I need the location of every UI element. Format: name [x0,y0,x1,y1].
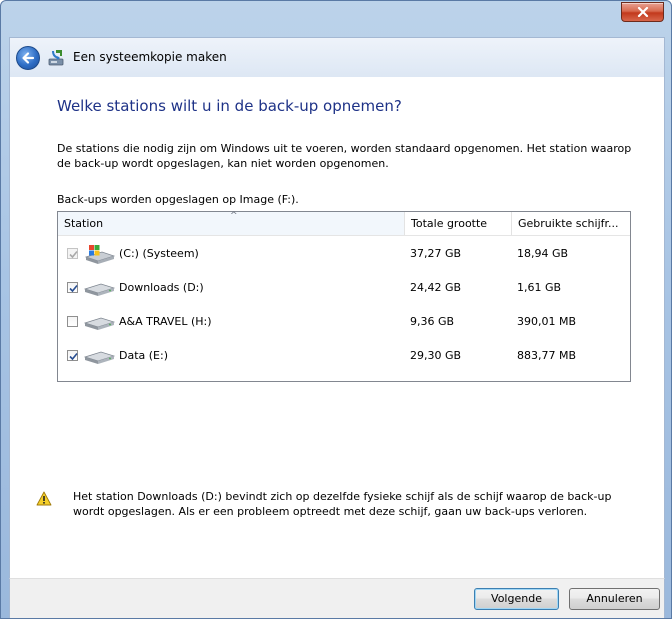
warning-text: Het station Downloads (D:) bevindt zich … [73,490,612,518]
used-space-cell: 390,01 MB [517,315,577,328]
drive-list[interactable]: Station ^ Totale grootte Gebruikte schij… [57,211,631,382]
drive-name-cell: Data (E:) [64,339,404,373]
include-checkbox[interactable] [67,350,78,361]
used-space-cell: 1,61 GB [517,281,562,294]
drive-name-cell: Downloads (D:) [64,271,404,305]
drive-label: A&A TRAVEL (H:) [119,315,212,328]
wizard-header: Een systeemkopie maken [9,37,665,77]
wizard-title: Een systeemkopie maken [73,50,227,64]
description-text: De stations die nodig zijn om Windows ui… [57,142,632,170]
warning-icon [36,491,52,506]
drive-name-cell: (C:) (Systeem) [64,237,404,271]
drive-label: Downloads (D:) [119,281,204,294]
back-arrow-icon [22,52,35,64]
system-drive-icon [84,245,116,264]
destination-text: Back-ups worden opgeslagen op Image (F:)… [57,193,299,206]
total-size-cell: 24,42 GB [410,281,462,294]
hard-drive-icon [83,317,116,330]
sort-indicator-icon: ^ [230,211,238,221]
table-row[interactable]: A&A TRAVEL (H:) 9,36 GB 390,01 MB [58,305,630,339]
table-row[interactable]: Data (E:) 29,30 GB 883,77 MB [58,339,630,373]
cancel-button[interactable]: Annuleren [569,588,660,610]
column-header-size[interactable]: Totale grootte [405,212,512,235]
hard-drive-icon [83,351,116,364]
include-checkbox[interactable] [67,282,78,293]
wizard-window: Een systeemkopie maken Welke stations wi… [0,0,672,619]
wizard-footer: Volgende Annuleren [9,578,665,618]
drive-label: (C:) (Systeem) [119,247,199,260]
include-checkbox[interactable] [67,316,78,327]
wizard-content: Welke stations wilt u in de back-up opne… [9,77,665,578]
column-header-station[interactable]: Station ^ [58,211,405,235]
hard-drive-icon [83,283,116,296]
drive-name-cell: A&A TRAVEL (H:) [64,305,404,339]
backup-icon [48,50,64,66]
close-icon [637,6,648,18]
total-size-cell: 9,36 GB [410,315,455,328]
table-row[interactable]: (C:) (Systeem) 37,27 GB 18,94 GB [58,237,630,271]
close-button[interactable] [621,2,664,22]
next-button[interactable]: Volgende [474,588,559,610]
used-space-cell: 883,77 MB [517,349,577,362]
back-button[interactable] [16,46,40,70]
total-size-cell: 29,30 GB [410,349,462,362]
page-heading: Welke stations wilt u in de back-up opne… [57,97,402,115]
total-size-cell: 37,27 GB [410,247,462,260]
column-header-used[interactable]: Gebruikte schijfr... [512,212,630,235]
used-space-cell: 18,94 GB [517,247,569,260]
drive-label: Data (E:) [119,349,169,362]
include-checkbox [67,248,78,259]
table-header: Station ^ Totale grootte Gebruikte schij… [58,211,630,236]
table-row[interactable]: Downloads (D:) 24,42 GB 1,61 GB [58,271,630,305]
